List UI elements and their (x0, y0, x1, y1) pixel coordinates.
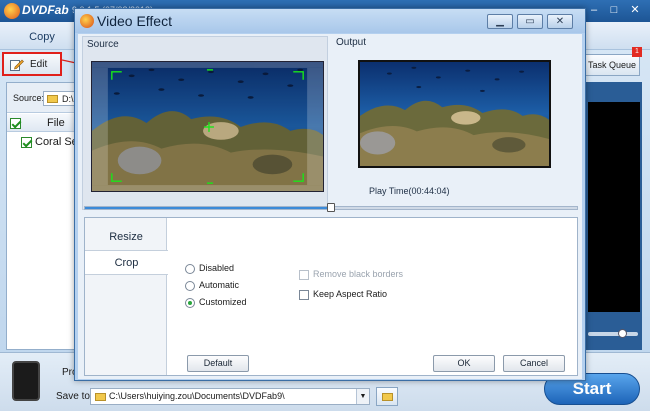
file-row-checkbox[interactable] (21, 137, 32, 148)
settings-panel: Resize Crop Disabled Automatic Customize… (84, 217, 578, 376)
keep-aspect-ratio-checkbox[interactable] (299, 290, 309, 300)
dialog-close-button[interactable]: ✕ (547, 14, 573, 29)
edit-label: Edit (30, 59, 48, 70)
settings-sidebar: Resize Crop (85, 218, 168, 375)
timeline-handle[interactable] (327, 203, 335, 212)
copy-tab[interactable]: Copy (6, 26, 78, 48)
edit-button[interactable]: Edit (2, 52, 62, 76)
source-label: Source: (13, 93, 45, 103)
file-list-header: File (7, 114, 81, 132)
preview-screen (588, 102, 640, 312)
dialog-maximize-button[interactable]: ▭ (517, 14, 543, 29)
preview-panel (584, 82, 642, 350)
timeline-slider[interactable] (84, 203, 578, 212)
keep-aspect-ratio-label: Keep Aspect Ratio (313, 289, 388, 299)
radio-customized[interactable] (185, 298, 195, 308)
dvdfab-logo-icon (80, 14, 94, 28)
browse-folder-button[interactable] (376, 387, 398, 406)
dialog-titlebar[interactable]: Video Effect ▁ ▭ ✕ (75, 9, 585, 33)
file-list-panel: Source: D:\m File Coral Sea (6, 82, 84, 350)
save-to-label: Save to: (56, 391, 93, 402)
radio-automatic-label: Automatic (199, 280, 240, 290)
output-pane-title: Output (336, 37, 367, 48)
task-queue-badge: 1 (632, 47, 642, 57)
save-path-value: C:\Users\huiying.zou\Documents\DVDFab9\ (109, 391, 285, 401)
file-column-header: File (47, 117, 65, 129)
select-all-checkbox[interactable] (10, 118, 21, 129)
folder-open-icon (382, 393, 393, 401)
file-row[interactable]: Coral Sea (21, 135, 84, 151)
main-maximize-icon[interactable]: □ (606, 2, 622, 18)
dvdfab-logo-icon (4, 3, 20, 19)
tab-resize[interactable]: Resize (85, 225, 167, 250)
radio-customized-label: Customized (199, 297, 247, 307)
source-row: Source: D:\m (7, 83, 83, 113)
preview-volume-slider[interactable] (588, 329, 638, 338)
cancel-button[interactable]: Cancel (503, 355, 565, 372)
source-pane: Source (82, 36, 328, 210)
dialog-minimize-button[interactable]: ▁ (487, 14, 513, 29)
radio-automatic[interactable] (185, 281, 195, 291)
radio-disabled[interactable] (185, 264, 195, 274)
source-video-frame[interactable] (91, 61, 324, 192)
remove-black-borders-checkbox (299, 270, 309, 280)
ipad-device-icon (12, 361, 40, 401)
dialog-title: Video Effect (97, 13, 172, 29)
task-queue-button[interactable]: Task Queue (584, 54, 640, 76)
main-minimize-icon[interactable]: – (586, 2, 602, 18)
default-button[interactable]: Default (187, 355, 249, 372)
chevron-down-icon[interactable]: ▼ (356, 389, 369, 404)
main-close-icon[interactable]: ✕ (627, 2, 643, 18)
timeline-progress (85, 207, 331, 209)
radio-disabled-label: Disabled (199, 263, 235, 273)
source-pane-title: Source (87, 39, 119, 50)
output-video-frame (358, 60, 551, 168)
play-time: Play Time(00:44:04) (369, 186, 450, 196)
save-path-field[interactable]: C:\Users\huiying.zou\Documents\DVDFab9\ … (90, 388, 370, 405)
preview-slider-thumb[interactable] (618, 329, 627, 338)
video-effect-dialog: Video Effect ▁ ▭ ✕ Source Output Play Ti… (74, 8, 586, 381)
edit-pencil-icon (10, 59, 24, 71)
dialog-content: Source Output Play Time(00:44:04) Resize… (78, 34, 582, 379)
folder-icon (47, 95, 58, 103)
remove-black-borders-label: Remove black borders (313, 269, 404, 279)
app-name: DVDFab (22, 3, 69, 17)
folder-icon (95, 393, 106, 401)
ok-button[interactable]: OK (433, 355, 495, 372)
tab-crop[interactable]: Crop (85, 250, 168, 275)
